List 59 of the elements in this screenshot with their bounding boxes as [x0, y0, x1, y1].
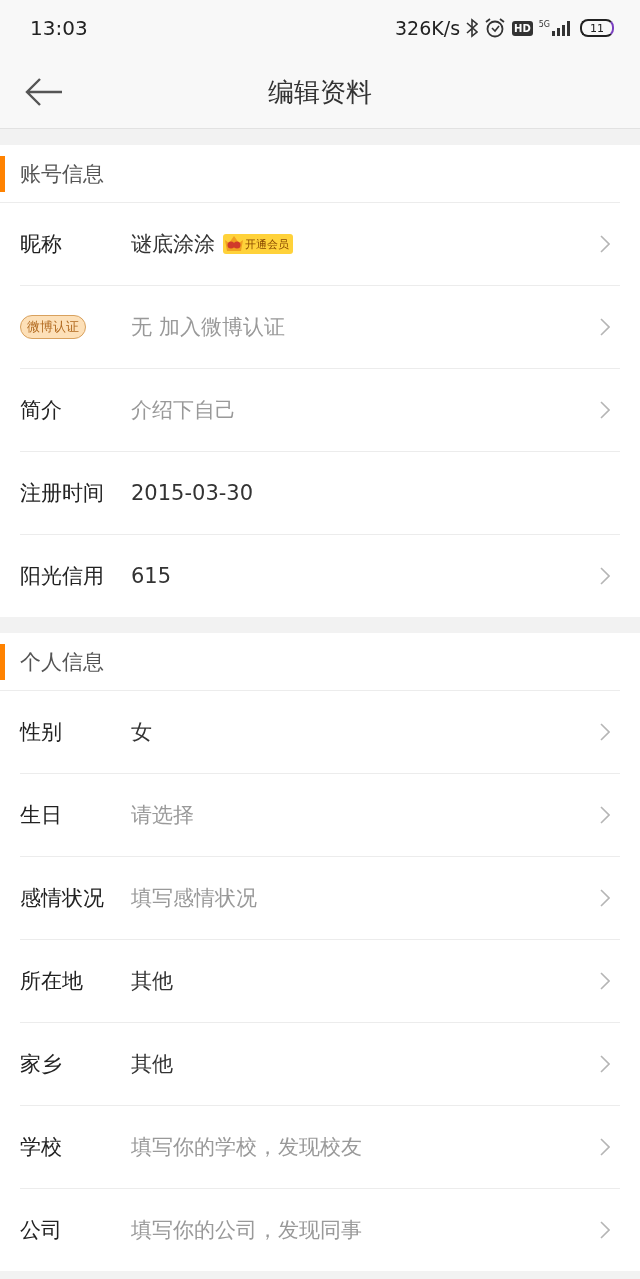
verification-tag: 微博认证 [20, 315, 86, 339]
settings-row[interactable]: 公司 填写你的公司，发现同事 [20, 1189, 620, 1271]
field-label: 公司 [20, 1217, 63, 1244]
field-value: 615 [131, 564, 172, 588]
chevron-right-icon [600, 723, 610, 741]
field-label: 生日 [20, 802, 63, 829]
network-label: 5G [538, 20, 550, 29]
chevron-right-icon [600, 889, 610, 907]
chevron-right-icon [600, 401, 610, 419]
field-value: 2015-03-30 [131, 481, 254, 505]
status-time: 13:03 [30, 16, 88, 40]
settings-row[interactable]: 简介 介绍下自己 [20, 369, 620, 452]
field-placeholder: 无 加入微博认证 [131, 314, 285, 341]
field-label: 昵称 [20, 231, 63, 258]
bluetooth-icon [466, 18, 479, 38]
field-label: 所在地 [20, 968, 84, 995]
chevron-right-icon [600, 567, 610, 585]
settings-row[interactable]: 阳光信用 615 [20, 535, 620, 617]
settings-row[interactable]: 学校 填写你的学校，发现校友 [20, 1106, 620, 1189]
section-title: 账号信息 [20, 160, 104, 188]
field-placeholder: 填写感情状况 [131, 885, 257, 912]
alarm-icon [484, 17, 507, 39]
field-placeholder: 填写你的学校，发现校友 [131, 1134, 362, 1161]
chevron-right-icon [600, 318, 610, 336]
chevron-right-icon [600, 972, 610, 990]
field-label: 简介 [20, 397, 63, 424]
hd-badge: HD [512, 20, 533, 36]
field-label: 家乡 [20, 1051, 63, 1078]
chevron-right-icon [600, 235, 610, 253]
field-value: 其他 [131, 968, 173, 995]
field-value: 女 [131, 719, 152, 746]
settings-row[interactable]: 性别 女 [20, 691, 620, 774]
chevron-right-icon [600, 1055, 610, 1073]
network-speed: 326K/s [395, 17, 461, 39]
settings-row[interactable]: 微博认证 无 加入微博认证 [20, 286, 620, 369]
field-label: 阳光信用 [20, 563, 105, 590]
field-label: 注册时间 [20, 480, 105, 507]
chevron-right-icon [600, 1221, 610, 1239]
field-label: 感情状况 [20, 885, 105, 912]
field-placeholder: 介绍下自己 [131, 397, 236, 424]
settings-row[interactable]: 感情状况 填写感情状况 [20, 857, 620, 940]
vip-badge[interactable]: 开通会员 [223, 234, 293, 254]
settings-row[interactable]: 生日 请选择 [20, 774, 620, 857]
battery-indicator: 11 [580, 19, 614, 37]
field-placeholder: 请选择 [131, 802, 194, 829]
settings-row[interactable]: 昵称 谜底涂涂 开通会员 [20, 203, 620, 286]
page-title: 编辑资料 [268, 75, 372, 109]
field-value: 其他 [131, 1051, 173, 1078]
settings-row[interactable]: 注册时间 2015-03-30 [20, 452, 620, 535]
section-title: 个人信息 [20, 648, 104, 676]
field-placeholder: 填写你的公司，发现同事 [131, 1217, 362, 1244]
settings-row[interactable]: 所在地 其他 [20, 940, 620, 1023]
field-label: 性别 [20, 719, 63, 746]
chevron-right-icon [600, 806, 610, 824]
field-label: 学校 [20, 1134, 63, 1161]
back-button[interactable] [24, 77, 64, 107]
settings-row[interactable]: 家乡 其他 [20, 1023, 620, 1106]
field-value: 谜底涂涂 [131, 231, 215, 258]
chevron-right-icon [600, 1138, 610, 1156]
